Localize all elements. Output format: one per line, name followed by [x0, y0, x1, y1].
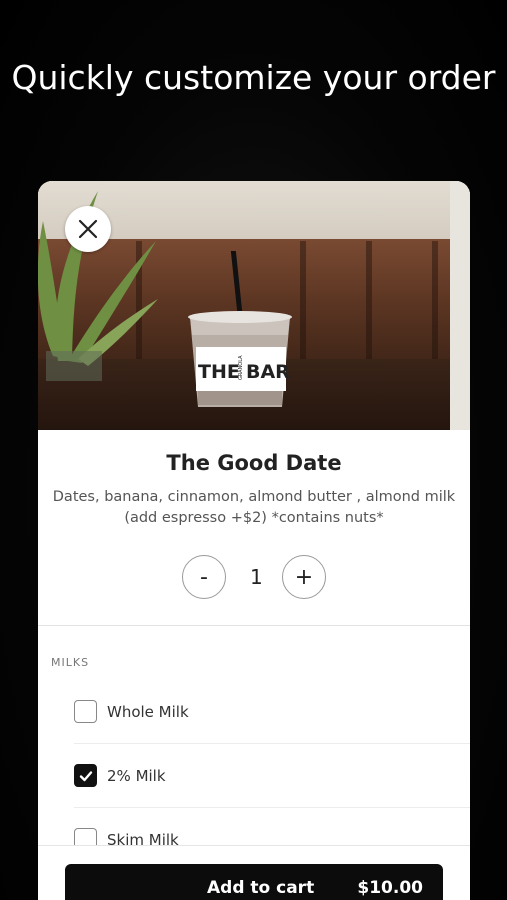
- divider: [38, 625, 470, 626]
- cup-brand-left: THE: [198, 361, 240, 383]
- option-whole-milk[interactable]: Whole Milk: [74, 680, 470, 744]
- checkbox[interactable]: [74, 764, 97, 787]
- cup-brand-right: BAR: [246, 361, 290, 383]
- cart-price: $10.00: [357, 878, 423, 898]
- option-2-percent-milk[interactable]: 2% Milk: [74, 744, 470, 808]
- cart-footer: Add to cart $10.00: [38, 845, 470, 900]
- checkmark-icon: [79, 770, 92, 781]
- close-button[interactable]: [65, 206, 111, 252]
- product-description: Dates, banana, cinnamon, almond butter ,…: [52, 489, 456, 526]
- increment-button[interactable]: +: [282, 555, 326, 599]
- product-title: The Good Date: [166, 451, 342, 475]
- option-label: 2% Milk: [107, 766, 166, 785]
- close-icon: [78, 219, 98, 239]
- product-card: THE GRANOLA BAR The Good Date Dates, ban…: [38, 181, 470, 900]
- add-to-cart-button[interactable]: Add to cart $10.00: [65, 864, 443, 900]
- cup-brand-small: GRANOLA: [238, 355, 244, 380]
- product-photo: THE GRANOLA BAR: [38, 181, 470, 430]
- decrement-button[interactable]: -: [182, 555, 226, 599]
- add-to-cart-label: Add to cart: [207, 878, 315, 898]
- checkbox[interactable]: [74, 700, 97, 723]
- option-label: Whole Milk: [107, 702, 189, 721]
- headline: Quickly customize your order: [11, 58, 496, 97]
- section-label-milks: MILKS: [51, 656, 90, 669]
- quantity-value: 1: [250, 565, 263, 589]
- quantity-stepper: - 1 +: [38, 555, 470, 599]
